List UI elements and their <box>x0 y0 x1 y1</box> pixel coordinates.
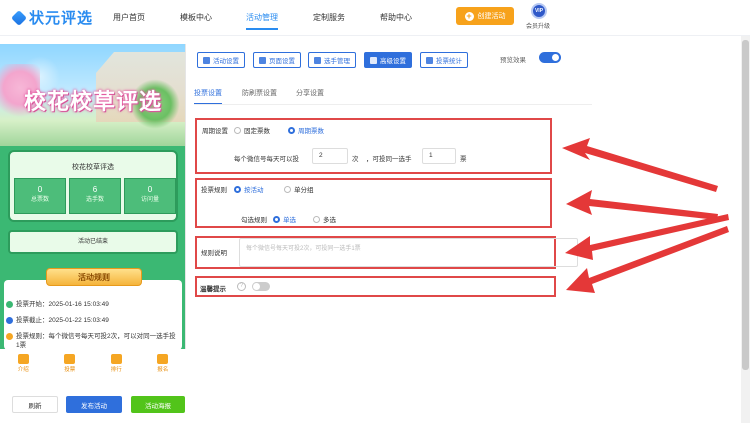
scrollbar-thumb[interactable] <box>742 40 749 370</box>
page-scrollbar[interactable] <box>741 36 750 423</box>
annotation-arrows <box>562 138 729 293</box>
arrow-1 <box>562 138 718 192</box>
arrow-2 <box>566 190 718 220</box>
